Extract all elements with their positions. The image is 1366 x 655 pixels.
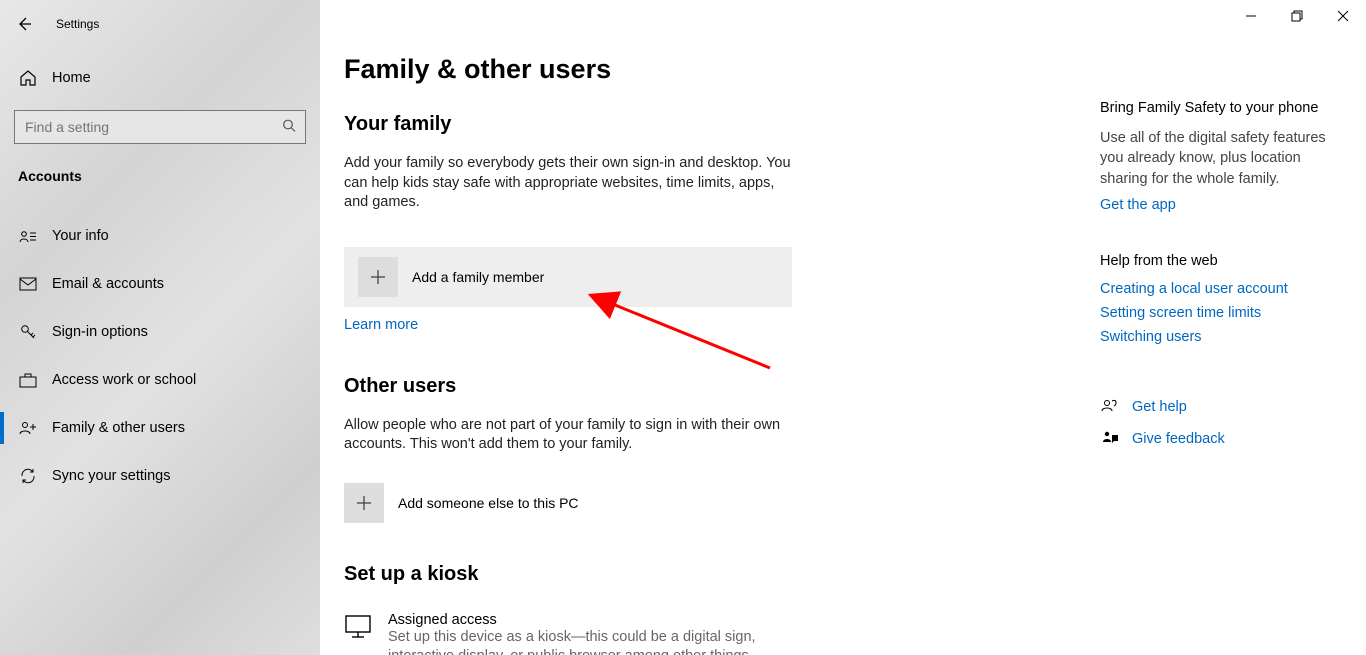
assigned-access-button[interactable]: Assigned access Set up this device as a … [344,612,1064,655]
minimize-icon [1245,10,1257,22]
briefcase-icon [18,370,38,390]
app-title: Settings [48,17,99,31]
nav: Your info Email & accounts Sign-in optio… [0,212,320,500]
maximize-button[interactable] [1274,0,1320,32]
other-users-body: Allow people who are not part of your fa… [344,416,794,455]
search-input[interactable] [14,110,306,144]
search-wrap [14,110,306,144]
nav-label: Family & other users [52,420,185,436]
nav-sync-settings[interactable]: Sync your settings [0,452,320,500]
assigned-access-title: Assigned access [388,612,788,628]
titlebar: Settings [0,0,320,48]
page-title: Family & other users [344,54,1064,85]
home-icon [18,68,38,88]
add-other-user-label: Add someone else to this PC [398,495,579,511]
feedback-icon [1100,429,1120,449]
arrow-left-icon [16,16,32,32]
person-card-icon [18,226,38,246]
close-button[interactable] [1320,0,1366,32]
help-icon [1100,397,1120,417]
kiosk-heading: Set up a kiosk [344,563,1064,586]
monitor-icon [344,614,380,643]
assigned-access-body: Set up this device as a kiosk—this could… [388,628,788,655]
nav-label: Sync your settings [52,468,170,484]
add-other-user-button[interactable]: Add someone else to this PC [344,473,792,533]
add-family-member-label: Add a family member [412,269,544,285]
close-icon [1337,10,1349,22]
aside-panel: Bring Family Safety to your phone Use al… [1100,100,1350,449]
nav-sign-in-options[interactable]: Sign-in options [0,308,320,356]
nav-email-accounts[interactable]: Email & accounts [0,260,320,308]
help-link-local-user[interactable]: Creating a local user account [1100,281,1350,297]
nav-your-info[interactable]: Your info [0,212,320,260]
nav-label: Access work or school [52,372,196,388]
plus-icon [358,257,398,297]
main-content: Family & other users Your family Add you… [344,0,1064,655]
your-family-body: Add your family so everybody gets their … [344,154,794,213]
home-label: Home [52,70,91,86]
help-link-screen-time[interactable]: Setting screen time limits [1100,305,1350,321]
window-controls [1228,0,1366,32]
back-button[interactable] [0,0,48,48]
nav-label: Sign-in options [52,324,148,340]
family-safety-heading: Bring Family Safety to your phone [1100,100,1350,116]
learn-more-link[interactable]: Learn more [344,317,418,333]
key-icon [18,322,38,342]
sidebar: Settings Home Accounts Your info Email &… [0,0,320,655]
get-app-link[interactable]: Get the app [1100,197,1350,213]
other-users-heading: Other users [344,375,1064,398]
section-title: Accounts [0,158,320,194]
home-nav[interactable]: Home [0,58,320,98]
help-link-switching-users[interactable]: Switching users [1100,329,1350,345]
maximize-icon [1291,10,1303,22]
nav-label: Your info [52,228,109,244]
get-help-link[interactable]: Get help [1132,399,1187,415]
family-safety-body: Use all of the digital safety features y… [1100,128,1350,189]
mail-icon [18,274,38,294]
search-icon [282,119,296,136]
help-web-heading: Help from the web [1100,253,1350,269]
plus-icon [344,483,384,523]
add-family-member-button[interactable]: Add a family member [344,247,792,307]
your-family-heading: Your family [344,113,1064,136]
sync-icon [18,466,38,486]
people-icon [18,418,38,438]
give-feedback-link[interactable]: Give feedback [1132,431,1225,447]
nav-access-work-school[interactable]: Access work or school [0,356,320,404]
nav-label: Email & accounts [52,276,164,292]
nav-family-other-users[interactable]: Family & other users [0,404,320,452]
minimize-button[interactable] [1228,0,1274,32]
